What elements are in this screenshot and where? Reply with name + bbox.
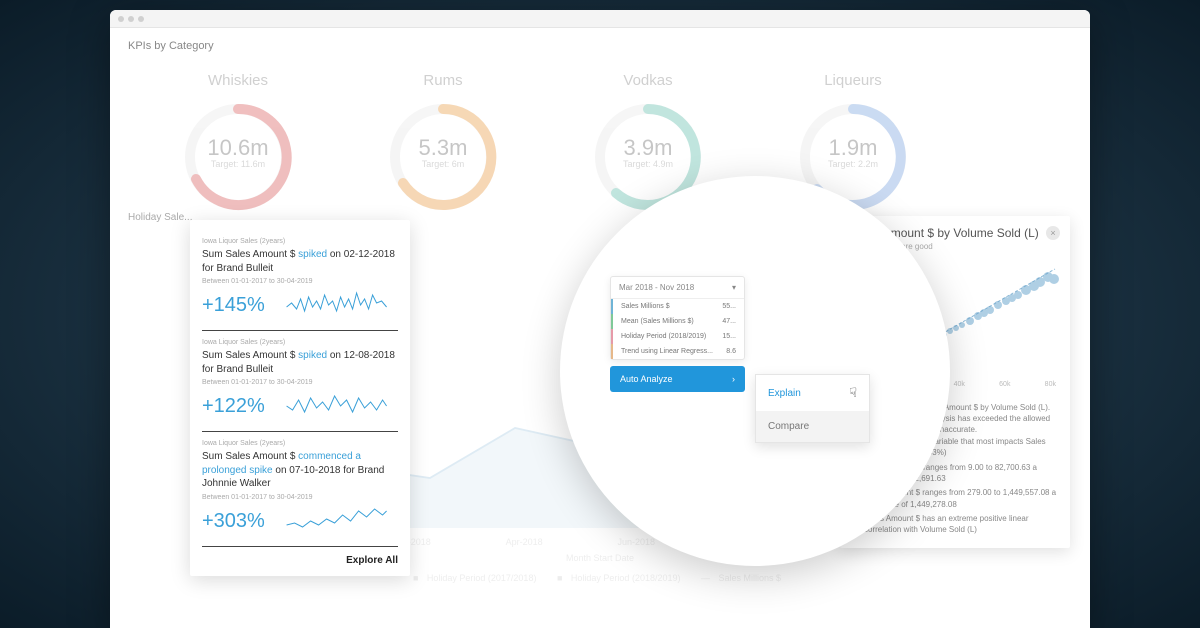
sparkline <box>275 390 398 423</box>
gauge: 1.9m Target: 2.2m <box>793 97 913 182</box>
tooltip-row: Mean (Sales Millions $)47... <box>611 314 744 329</box>
kpi-value: 1.9m <box>793 135 913 161</box>
kpi-liqueurs: Liqueurs 1.9m Target: 2.2m <box>783 72 923 182</box>
kpi-label: Liqueurs <box>783 72 923 89</box>
context-menu: Explain ☟ Compare <box>755 374 870 443</box>
kpi-vodkas: Vodkas 3.9m Target: 4.9m <box>578 72 718 182</box>
tooltip-row: Trend using Linear Regress...8.6 <box>611 344 744 359</box>
kpi-whiskies: Whiskies 10.6m Target: 11.6m <box>168 72 308 182</box>
insight-title: Sum Sales Amount $ commenced a prolonged… <box>202 450 398 491</box>
insight-source: Iowa Liquor Sales (2years) <box>202 238 398 245</box>
gauge: 5.3m Target: 6m <box>383 97 503 182</box>
gauge: 3.9m Target: 4.9m <box>588 97 708 182</box>
insight-percent: +122% <box>202 395 265 418</box>
insight-percent: +303% <box>202 510 265 533</box>
kpi-label: Vodkas <box>578 72 718 89</box>
explore-all-link[interactable]: Explore All <box>202 547 398 566</box>
page-title: KPIs by Category <box>128 40 1072 52</box>
kpi-target: Target: 2.2m <box>793 159 913 169</box>
kpi-value: 5.3m <box>383 135 503 161</box>
close-icon[interactable]: × <box>1046 226 1060 240</box>
kpi-value: 3.9m <box>588 135 708 161</box>
insight-range: Between 01-01-2017 to 30-04-2019 <box>202 379 398 386</box>
insight-source: Iowa Liquor Sales (2years) <box>202 440 398 447</box>
kpi-label: Whiskies <box>168 72 308 89</box>
traffic-light-icon <box>138 16 144 22</box>
kpi-target: Target: 11.6m <box>178 159 298 169</box>
insight-range: Between 01-01-2017 to 30-04-2019 <box>202 494 398 501</box>
tooltip-row: Sales Millions $55... <box>611 299 744 314</box>
kpi-row: Whiskies 10.6m Target: 11.6m Rums 5.3m T… <box>128 72 1072 182</box>
insights-panel: Iowa Liquor Sales (2years) Sum Sales Amo… <box>190 220 410 576</box>
kpi-rums: Rums 5.3m Target: 6m <box>373 72 513 182</box>
insight-range: Between 01-01-2017 to 30-04-2019 <box>202 278 398 285</box>
insight-card[interactable]: Iowa Liquor Sales (2years) Sum Sales Amo… <box>202 230 398 331</box>
traffic-light-icon <box>118 16 124 22</box>
kpi-target: Target: 4.9m <box>588 159 708 169</box>
chevron-down-icon[interactable]: ▾ <box>732 283 736 292</box>
pointer-cursor-icon: ☟ <box>849 385 857 401</box>
insight-source: Iowa Liquor Sales (2years) <box>202 339 398 346</box>
zoom-lens: Mar 2018 - Nov 2018▾ Sales Millions $55.… <box>560 176 950 566</box>
sparkline <box>275 289 398 322</box>
auto-analyze-button[interactable]: Auto Analyze › <box>610 366 745 392</box>
insight-card[interactable]: Iowa Liquor Sales (2years) Sum Sales Amo… <box>202 331 398 432</box>
kpi-target: Target: 6m <box>383 159 503 169</box>
sparkline <box>275 505 398 538</box>
tooltip-row: Holiday Period (2018/2019)15... <box>611 329 744 344</box>
menu-item-explain[interactable]: Explain ☟ <box>756 375 869 411</box>
app-window: KPIs by Category Whiskies 10.6m Target: … <box>110 10 1090 628</box>
tooltip-range: Mar 2018 - Nov 2018▾ <box>611 277 744 299</box>
kpi-label: Rums <box>373 72 513 89</box>
tooltip-table: Mar 2018 - Nov 2018▾ Sales Millions $55.… <box>610 276 745 360</box>
kpi-value: 10.6m <box>178 135 298 161</box>
titlebar <box>110 10 1090 28</box>
menu-item-compare[interactable]: Compare <box>756 411 869 442</box>
insight-percent: +145% <box>202 294 265 317</box>
gauge: 10.6m Target: 11.6m <box>178 97 298 182</box>
insight-title: Sum Sales Amount $ spiked on 12-08-2018 … <box>202 349 398 376</box>
insight-card[interactable]: Iowa Liquor Sales (2years) Sum Sales Amo… <box>202 432 398 547</box>
insight-title: Sum Sales Amount $ spiked on 02-12-2018 … <box>202 248 398 275</box>
traffic-light-icon <box>128 16 134 22</box>
dashboard: KPIs by Category Whiskies 10.6m Target: … <box>110 28 1090 628</box>
chevron-right-icon: › <box>732 374 735 384</box>
